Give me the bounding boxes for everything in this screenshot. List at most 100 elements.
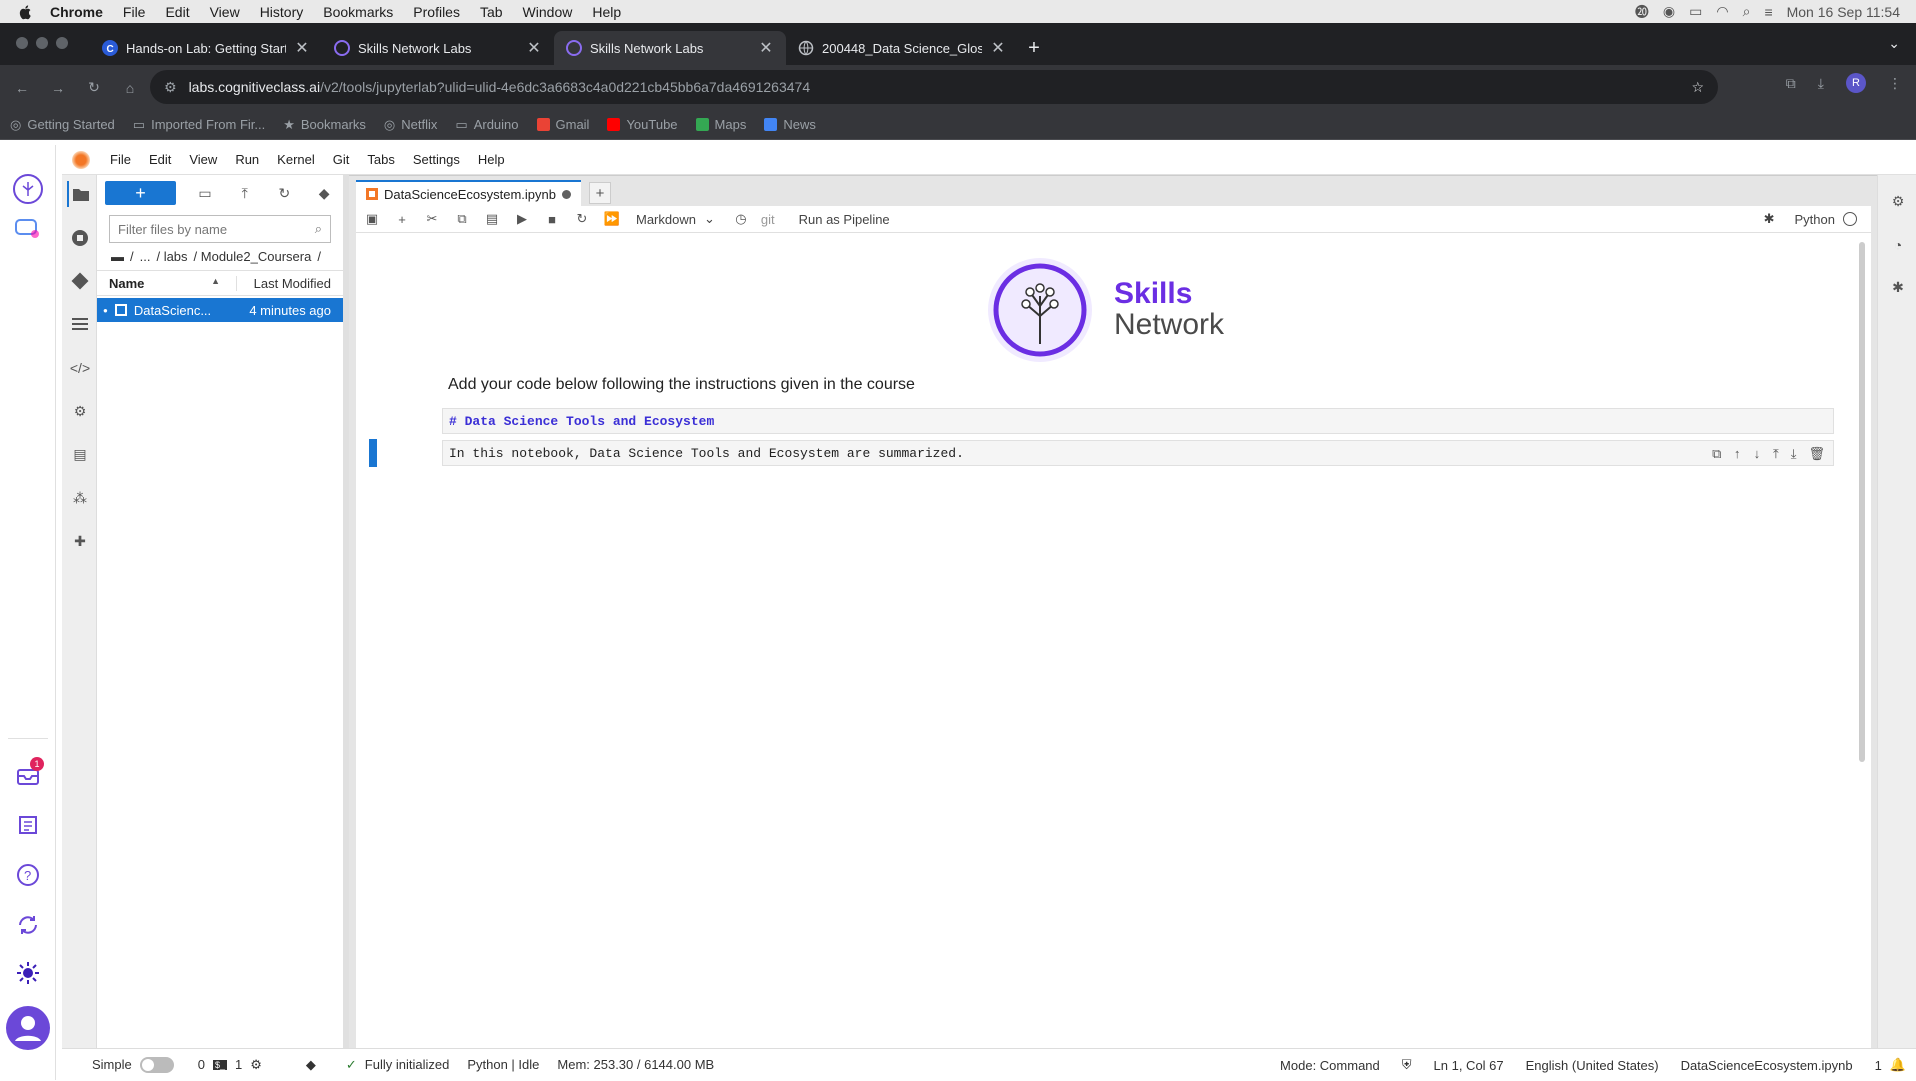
extensions-puzzle-icon[interactable]: ✚ (67, 528, 93, 554)
menu-run[interactable]: Run (235, 152, 259, 167)
run-icon[interactable]: ▶ (512, 211, 532, 227)
simple-mode-toggle[interactable] (139, 1056, 174, 1073)
user-icon[interactable]: ◉ (1663, 3, 1675, 20)
run-as-pipeline-button[interactable]: Run as Pipeline (799, 212, 890, 227)
tab-search-icon[interactable]: ⌄ (1888, 35, 1900, 52)
save-icon[interactable]: ▣ (362, 211, 382, 227)
code-snippets-icon[interactable]: </> (67, 355, 93, 381)
new-launcher-button[interactable]: + (105, 181, 177, 205)
cell-type-select[interactable]: Markdown ⌄ (636, 211, 715, 227)
upload-icon[interactable]: ⤒ (234, 185, 256, 202)
battery-icon[interactable]: ▭ (1689, 3, 1702, 20)
vertical-scrollbar[interactable] (1859, 242, 1865, 762)
markdown-cell-heading[interactable]: # Data Science Tools and Ecosystem (442, 408, 1834, 434)
git-label[interactable]: git (761, 212, 775, 227)
site-info-icon[interactable]: ⚙ (164, 79, 177, 96)
breadcrumb-ellipsis[interactable]: ... (140, 249, 151, 264)
mac-menu-view[interactable]: View (210, 4, 240, 20)
add-tab-button[interactable]: + (588, 182, 611, 204)
markdown-cell-active[interactable]: In this notebook, Data Science Tools and… (442, 440, 1834, 466)
kernel-name[interactable]: Python (1795, 212, 1835, 227)
help-icon[interactable]: ? (10, 857, 46, 893)
git-status-icon[interactable]: ◆ (306, 1057, 316, 1073)
breadcrumb-module[interactable]: / Module2_Coursera (194, 249, 312, 264)
close-window-icon[interactable] (16, 37, 28, 49)
file-filter-input[interactable]: Filter files by name ⌕ (109, 215, 331, 243)
skills-network-logo-icon[interactable] (10, 171, 46, 207)
mac-menu-file[interactable]: File (123, 4, 146, 20)
kebab-menu-icon[interactable]: ⋮ (1888, 75, 1902, 92)
lsp-status[interactable]: ✓ Fully initialized (346, 1057, 449, 1073)
bookmark-item[interactable]: ▭ Arduino (455, 117, 518, 133)
bookmark-star-icon[interactable]: ☆ (1691, 79, 1704, 96)
minimize-window-icon[interactable] (36, 37, 48, 49)
security-shield-icon[interactable]: ⛨ (1402, 1057, 1412, 1073)
kernel-status[interactable]: Python | Idle (467, 1057, 539, 1072)
components-icon[interactable]: ⁂ (67, 485, 93, 511)
apple-icon[interactable] (18, 4, 34, 20)
bookmark-item[interactable]: ◎ Netflix (384, 117, 437, 133)
close-tab-icon[interactable]: ✕ (294, 38, 310, 58)
menu-help[interactable]: Help (478, 152, 505, 167)
keyboard-icon[interactable]: ⓴ (1635, 2, 1649, 22)
running-stop-icon[interactable] (67, 225, 93, 251)
mac-menu-window[interactable]: Window (523, 4, 573, 20)
menu-edit[interactable]: Edit (149, 152, 171, 167)
address-bar[interactable]: ⚙ labs.cognitiveclass.ai/v2/tools/jupyte… (150, 70, 1718, 104)
move-up-icon[interactable]: ↑ (1733, 447, 1741, 462)
settings-gear-icon[interactable]: ⚙ (67, 398, 93, 424)
git-clone-icon[interactable]: ◆ (313, 185, 335, 202)
delete-cell-icon[interactable]: 🗑 (1808, 447, 1825, 462)
extensions-icon[interactable]: ⧉ (1786, 75, 1796, 92)
download-icon[interactable]: ⤓ (1818, 75, 1824, 92)
terminals-count[interactable]: 0 $_ 1 ⚙ (198, 1057, 262, 1073)
property-inspector-icon[interactable]: ▤ (67, 441, 93, 467)
menu-kernel[interactable]: Kernel (277, 152, 315, 167)
clock[interactable]: Mon 16 Sep 11:54 (1787, 4, 1900, 20)
file-row-selected[interactable]: ● DataScienc... 4 minutes ago (97, 298, 343, 322)
insert-cell-icon[interactable]: + (392, 212, 412, 227)
git-icon[interactable] (67, 268, 93, 294)
forward-arrow-icon[interactable]: → (44, 74, 72, 102)
debugger-bug-icon[interactable]: ✱ (1764, 211, 1775, 227)
notebook-tab[interactable]: DataScienceEcosystem.ipynb (356, 180, 581, 206)
news-icon[interactable] (10, 807, 46, 843)
mac-menu-tab[interactable]: Tab (480, 4, 503, 20)
language[interactable]: English (United States) (1526, 1058, 1659, 1073)
insert-above-icon[interactable]: ⤒ (1773, 447, 1779, 462)
refresh-icon[interactable]: ↻ (274, 185, 296, 202)
fast-forward-icon[interactable]: ⏩ (602, 211, 622, 227)
profile-avatar[interactable]: R (1846, 73, 1866, 93)
insert-below-icon[interactable]: ⤓ (1791, 447, 1797, 462)
control-center-icon[interactable]: ≡ (1764, 4, 1772, 20)
chat-icon[interactable] (10, 212, 46, 248)
bookmark-item[interactable]: ★ Bookmarks (283, 117, 366, 133)
new-folder-icon[interactable]: ▭ (194, 185, 216, 202)
duplicate-cell-icon[interactable]: ⧉ (1712, 447, 1721, 462)
back-arrow-icon[interactable]: ← (8, 74, 36, 102)
menu-settings[interactable]: Settings (413, 152, 460, 167)
notifications[interactable]: 1 🔔 (1875, 1057, 1906, 1073)
bookmark-item[interactable]: ◎ Getting Started (10, 117, 115, 133)
new-tab-button[interactable]: + (1018, 31, 1050, 65)
bookmark-item[interactable]: Maps (695, 117, 746, 132)
menu-view[interactable]: View (189, 152, 217, 167)
markdown-instruction[interactable]: Add your code below following the instru… (448, 376, 915, 394)
mac-menu-bookmarks[interactable]: Bookmarks (323, 4, 393, 20)
clock-icon[interactable]: ◷ (731, 211, 751, 227)
close-tab-icon[interactable]: ✕ (526, 38, 542, 58)
breadcrumb-root[interactable]: / (130, 249, 134, 264)
breadcrumb-labs[interactable]: / labs (156, 249, 187, 264)
sync-icon[interactable] (10, 907, 46, 943)
mac-menu-profiles[interactable]: Profiles (413, 4, 460, 20)
paste-icon[interactable]: ▤ (482, 211, 502, 227)
bookmark-item[interactable]: News (764, 117, 816, 132)
mac-menu-history[interactable]: History (260, 4, 304, 20)
mac-menu-edit[interactable]: Edit (165, 4, 189, 20)
browser-tab[interactable]: C Hands-on Lab: Getting Starte ✕ (90, 31, 322, 65)
debugger-bug-icon[interactable]: ✱ (1886, 275, 1910, 299)
zoom-window-icon[interactable] (56, 37, 68, 49)
mac-menu-help[interactable]: Help (592, 4, 621, 20)
bookmark-item[interactable]: YouTube (607, 117, 678, 132)
menu-file[interactable]: File (110, 152, 131, 167)
